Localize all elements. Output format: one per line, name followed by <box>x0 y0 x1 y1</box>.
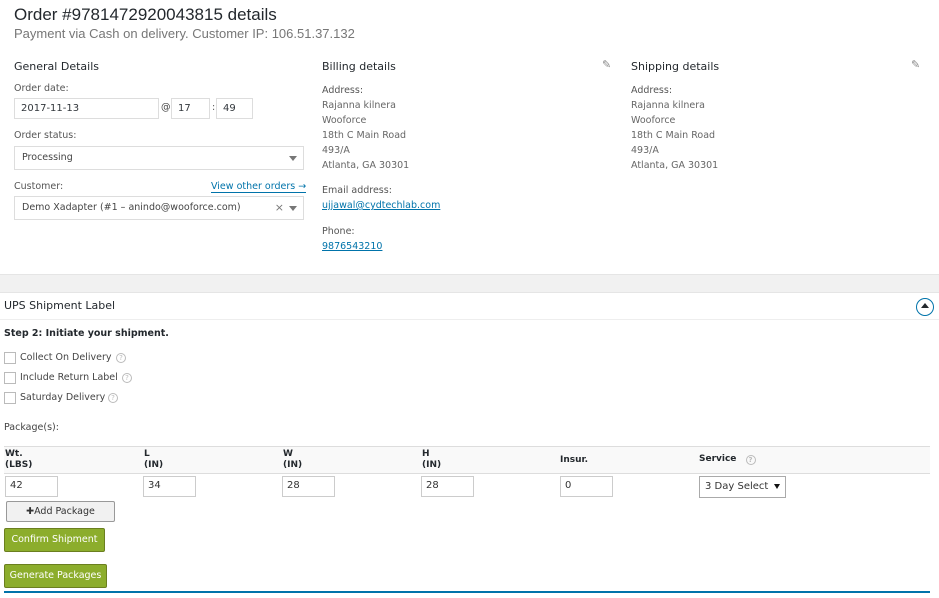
packages-label: Package(s): <box>4 422 59 433</box>
shipping-address-line: Atlanta, GA 30301 <box>631 160 719 171</box>
email-label: Email address: <box>322 185 392 196</box>
include-return-label-checkbox[interactable] <box>4 372 16 384</box>
shipping-address-line: 18th C Main Road <box>631 130 716 141</box>
shipping-address-line: Wooforce <box>631 115 676 126</box>
customer-label: Customer: <box>14 181 64 192</box>
col-weight: Wt. (LBS) <box>5 449 32 471</box>
help-icon[interactable]: ? <box>745 455 756 465</box>
col-length: L (IN) <box>144 449 163 471</box>
step-heading: Step 2: Initiate your shipment. <box>4 328 169 339</box>
phone-label: Phone: <box>322 226 355 237</box>
col-weight-unit: (LBS) <box>5 460 33 470</box>
col-width-name: W <box>283 449 293 459</box>
edit-billing-pencil-icon[interactable]: ✎ <box>602 58 611 71</box>
help-icon[interactable]: ? <box>108 393 118 403</box>
service-value: 3 Day Select <box>705 481 769 492</box>
col-weight-name: Wt. <box>5 449 23 459</box>
include-return-label-label: Include Return Label <box>20 372 118 383</box>
phone-link[interactable]: 9876543210 <box>322 241 382 252</box>
order-date-label: Order date: <box>14 83 69 94</box>
customer-value: Demo Xadapter (#1 – anindo@wooforce.com) <box>22 202 241 213</box>
email-link[interactable]: ujjawal@cydtechlab.com <box>322 200 440 211</box>
help-icon[interactable]: ? <box>116 353 126 363</box>
col-insurance: Insur. <box>560 455 589 465</box>
length-input[interactable]: 34 <box>143 476 196 497</box>
payment-info: Payment via Cash on delivery. Customer I… <box>14 26 355 41</box>
confirm-shipment-button[interactable]: Confirm Shipment <box>4 528 105 552</box>
saturday-delivery-label: Saturday Delivery <box>20 392 106 403</box>
col-service: Service ? <box>699 454 756 465</box>
billing-address-line: 493/A <box>322 145 350 156</box>
ups-panel-title: UPS Shipment Label <box>4 299 116 312</box>
ups-shipment-panel: UPS Shipment Label Step 2: Initiate your… <box>0 292 939 598</box>
order-hour-input[interactable]: 17 <box>171 98 210 119</box>
billing-address-line: Atlanta, GA 30301 <box>322 160 410 171</box>
order-status-value: Processing <box>22 152 73 163</box>
edit-shipping-pencil-icon[interactable]: ✎ <box>911 58 920 71</box>
order-date-input[interactable]: 2017-11-13 <box>14 98 159 119</box>
generate-packages-button[interactable]: Generate Packages <box>4 564 107 588</box>
shipping-address: Rajanna kilnera Wooforce 18th C Main Roa… <box>631 98 718 173</box>
ups-panel-header[interactable]: UPS Shipment Label <box>0 293 939 320</box>
order-status-select[interactable]: Processing <box>14 146 304 170</box>
col-height-name: H <box>422 449 430 459</box>
help-icon[interactable]: ? <box>122 373 132 383</box>
col-length-unit: (IN) <box>144 460 164 470</box>
packages-table-header: Wt. (LBS) L (IN) W (IN) H (IN) Insur. Se… <box>4 446 930 474</box>
collect-on-delivery-checkbox[interactable] <box>4 352 16 364</box>
shipping-address-line: Rajanna kilnera <box>631 100 705 111</box>
service-select[interactable]: 3 Day Select <box>699 476 786 498</box>
at-sign: @ <box>161 102 171 113</box>
col-height: H (IN) <box>422 449 441 471</box>
panel-separator <box>0 274 939 292</box>
billing-address-line: Rajanna kilnera <box>322 100 396 111</box>
general-details-title: General Details <box>14 60 99 73</box>
saturday-delivery-checkbox[interactable] <box>4 392 16 404</box>
billing-address-label: Address: <box>322 85 364 96</box>
weight-input[interactable]: 42 <box>5 476 58 497</box>
collapse-toggle-icon[interactable] <box>916 298 934 316</box>
page-title: Order #9781472920043815 details <box>14 5 277 24</box>
col-width-unit: (IN) <box>283 460 303 470</box>
height-input[interactable]: 28 <box>421 476 474 497</box>
billing-address: Rajanna kilnera Wooforce 18th C Main Roa… <box>322 98 409 173</box>
insurance-input[interactable]: 0 <box>560 476 613 497</box>
order-minute-input[interactable]: 49 <box>216 98 253 119</box>
chevron-down-icon <box>289 156 297 161</box>
chevron-down-icon <box>774 484 780 489</box>
shipping-address-line: 493/A <box>631 145 659 156</box>
col-width: W (IN) <box>283 449 302 471</box>
col-length-name: L <box>144 449 150 459</box>
col-service-name: Service <box>699 454 737 464</box>
bottom-divider <box>4 591 930 593</box>
order-status-label: Order status: <box>14 130 77 141</box>
time-separator: : <box>212 102 216 113</box>
shipping-details-title: Shipping details <box>631 60 720 73</box>
billing-address-line: 18th C Main Road <box>322 130 407 141</box>
add-package-button[interactable]: ✚Add Package <box>6 501 115 522</box>
order-details-panel: Order #9781472920043815 details Payment … <box>0 0 939 274</box>
billing-address-line: Wooforce <box>322 115 367 126</box>
chevron-down-icon <box>289 206 297 211</box>
width-input[interactable]: 28 <box>282 476 335 497</box>
customer-select[interactable]: Demo Xadapter (#1 – anindo@wooforce.com)… <box>14 196 304 220</box>
clear-icon[interactable]: × <box>275 201 284 214</box>
col-height-unit: (IN) <box>422 460 442 470</box>
view-other-orders-link[interactable]: View other orders → <box>211 181 307 193</box>
collect-on-delivery-label: Collect On Delivery <box>20 352 112 363</box>
billing-details-title: Billing details <box>322 60 396 73</box>
shipping-address-label: Address: <box>631 85 673 96</box>
